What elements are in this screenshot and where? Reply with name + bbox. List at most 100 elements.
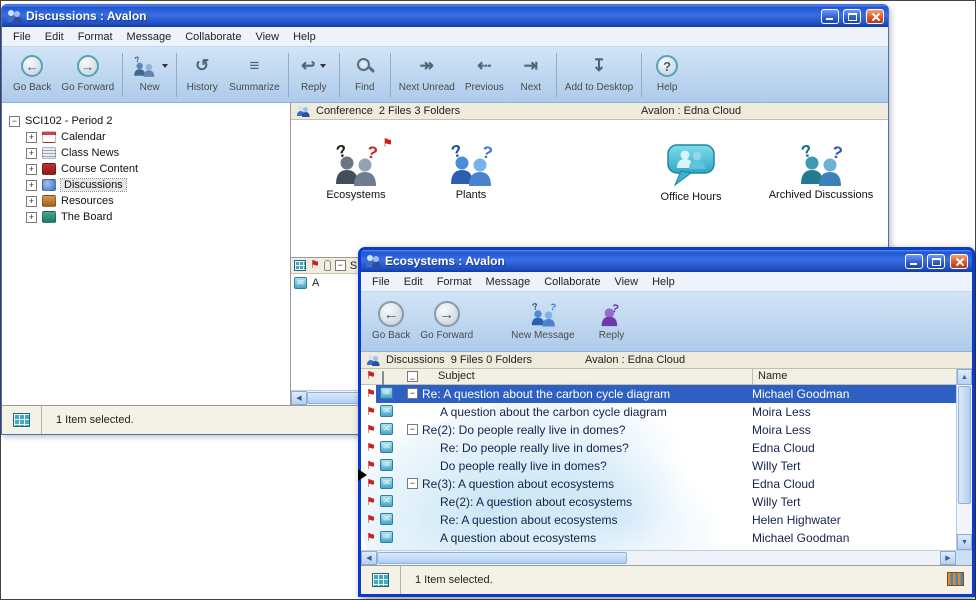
close-button[interactable] bbox=[866, 9, 884, 24]
message-row[interactable]: ⚑ ✉ − Re: A question about the carbon cy… bbox=[361, 385, 956, 403]
summarize-button[interactable]: ≡ Summarize bbox=[224, 50, 285, 100]
scroll-up-button[interactable]: ▲ bbox=[957, 369, 972, 385]
reply-button[interactable]: ↩ Reply bbox=[292, 50, 336, 100]
menu-edit[interactable]: Edit bbox=[397, 274, 430, 290]
message-row[interactable]: ⚑ ✉ Do people really live in domes? Will… bbox=[361, 457, 956, 475]
layout-grid-icon bbox=[947, 572, 964, 586]
next-button[interactable]: ⇥ Next bbox=[509, 50, 553, 100]
minimize-button[interactable] bbox=[905, 254, 923, 269]
tree-item-resources[interactable]: + Resources bbox=[2, 193, 290, 209]
menu-file[interactable]: File bbox=[365, 274, 397, 290]
conference-archived-discussions[interactable]: ? ? Archived Discussions bbox=[766, 142, 876, 201]
status-view-cell[interactable] bbox=[361, 566, 401, 594]
message-row[interactable]: ⚑ ✉ − Re(3): A question about ecosystems… bbox=[361, 475, 956, 493]
paperclip-column-icon bbox=[324, 260, 331, 271]
tree-item-class-news[interactable]: + Class News bbox=[2, 145, 290, 161]
tree-item-course-content[interactable]: + Course Content bbox=[2, 161, 290, 177]
next-unread-button[interactable]: ↠ Next Unread bbox=[394, 50, 460, 100]
expand-icon[interactable]: + bbox=[26, 164, 37, 175]
name-column-header[interactable]: Name bbox=[758, 369, 787, 384]
maximize-button[interactable] bbox=[843, 9, 861, 24]
pane-counts-label: 2 Files 3 Folders bbox=[379, 105, 460, 117]
expand-icon[interactable]: + bbox=[26, 196, 37, 207]
title-bar[interactable]: Ecosystems : Avalon bbox=[361, 250, 972, 272]
message-row[interactable]: ⚑ ✉ Re: A question about ecosystems Hele… bbox=[361, 511, 956, 529]
scrollbar-thumb[interactable] bbox=[958, 386, 971, 504]
menu-format[interactable]: Format bbox=[71, 29, 120, 45]
expand-icon[interactable]: + bbox=[26, 212, 37, 223]
menu-collaborate[interactable]: Collaborate bbox=[178, 29, 248, 45]
menu-format[interactable]: Format bbox=[430, 274, 479, 290]
add-to-desktop-button[interactable]: ↧ Add to Desktop bbox=[560, 50, 638, 100]
toolbar-separator bbox=[339, 53, 340, 97]
message-icon: ✉ bbox=[380, 423, 393, 435]
message-row[interactable]: ⚑ ✉ Re: Do people really live in domes? … bbox=[361, 439, 956, 457]
horizontal-scrollbar[interactable]: ◀ ▶ bbox=[361, 550, 972, 565]
expand-icon[interactable]: + bbox=[26, 180, 37, 191]
scroll-right-button[interactable]: ▶ bbox=[940, 551, 956, 565]
menu-help[interactable]: Help bbox=[286, 29, 323, 45]
menu-file[interactable]: File bbox=[6, 29, 38, 45]
toolbar-separator bbox=[390, 53, 391, 97]
previous-button[interactable]: ⇠ Previous bbox=[460, 50, 509, 100]
collapse-all-icon[interactable]: − bbox=[407, 371, 418, 382]
message-row[interactable]: ⚑ ✉ A question about the carbon cycle di… bbox=[361, 403, 956, 421]
maximize-button[interactable] bbox=[927, 254, 945, 269]
message-rows: ⚑ ✉ − Re: A question about the carbon cy… bbox=[361, 385, 972, 547]
go-back-button[interactable]: ← Go Back bbox=[367, 298, 415, 349]
menu-message[interactable]: Message bbox=[479, 274, 538, 290]
conference-plants[interactable]: ? ? Plants bbox=[416, 142, 526, 201]
message-row[interactable]: ⚑ ✉ Re(2): A question about ecosystems W… bbox=[361, 493, 956, 511]
collapse-icon[interactable]: − bbox=[9, 116, 20, 127]
flag-icon: ⚑ bbox=[366, 477, 376, 490]
scrollbar-corner bbox=[956, 551, 972, 565]
status-view-cell[interactable] bbox=[2, 406, 42, 434]
vertical-scrollbar[interactable]: ▲ ▼ bbox=[956, 369, 972, 550]
expand-icon[interactable]: + bbox=[26, 132, 37, 143]
collapse-thread-icon[interactable]: − bbox=[407, 478, 418, 489]
menu-message[interactable]: Message bbox=[120, 29, 179, 45]
collapse-all-icon[interactable]: − bbox=[335, 260, 346, 271]
scroll-down-button[interactable]: ▼ bbox=[957, 534, 972, 550]
pane-type-label: Discussions bbox=[386, 354, 445, 366]
menu-view[interactable]: View bbox=[607, 274, 645, 290]
message-row[interactable]: ⚑ ✉ − Re(2): Do people really live in do… bbox=[361, 421, 956, 439]
message-row[interactable]: ⚑ ✉ A question about ecosystems Michael … bbox=[361, 529, 956, 547]
flag-icon: ⚑ bbox=[382, 136, 393, 150]
flag-icon: ⚑ bbox=[366, 531, 376, 544]
menu-edit[interactable]: Edit bbox=[38, 29, 71, 45]
help-button[interactable]: ? Help bbox=[645, 50, 689, 100]
history-button[interactable]: ↺ History bbox=[180, 50, 224, 100]
title-bar[interactable]: Discussions : Avalon bbox=[2, 5, 888, 27]
tree-item-the-board[interactable]: + The Board bbox=[2, 209, 290, 225]
menu-collaborate[interactable]: Collaborate bbox=[537, 274, 607, 290]
conference-ecosystems[interactable]: ⚑ ? ? Ecosystems bbox=[301, 142, 411, 201]
message-list: ⚑ − Subject Name ⚑ ✉ − Re: A question ab… bbox=[361, 369, 972, 550]
new-message-button[interactable]: ? ? New Message bbox=[506, 298, 579, 349]
collapse-thread-icon[interactable]: − bbox=[407, 424, 418, 435]
menu-view[interactable]: View bbox=[248, 29, 286, 45]
minimize-button[interactable] bbox=[821, 9, 839, 24]
expand-icon[interactable]: + bbox=[26, 148, 37, 159]
tree-item-discussions[interactable]: + Discussions bbox=[2, 177, 290, 193]
scroll-left-button[interactable]: ◀ bbox=[361, 551, 377, 565]
scrollbar-thumb[interactable] bbox=[377, 552, 627, 564]
reply-button[interactable]: ? Reply bbox=[590, 298, 634, 349]
conference-office-hours[interactable]: Office Hours bbox=[636, 142, 746, 203]
tree-item-calendar[interactable]: + Calendar bbox=[2, 129, 290, 145]
find-button[interactable]: Find bbox=[343, 50, 387, 100]
go-forward-button[interactable]: → Go Forward bbox=[56, 50, 119, 100]
scroll-left-button[interactable]: ◀ bbox=[291, 391, 307, 405]
tree-root-sci102[interactable]: − SCI102 - Period 2 bbox=[2, 113, 290, 129]
go-back-button[interactable]: ← Go Back bbox=[8, 50, 56, 100]
go-forward-button[interactable]: → Go Forward bbox=[415, 298, 478, 349]
collapse-thread-icon[interactable]: − bbox=[407, 388, 418, 399]
pane-type-label: Conference bbox=[316, 105, 373, 117]
message-subject: A question about the carbon cycle diagra… bbox=[440, 403, 667, 421]
subject-column-header[interactable]: Subject bbox=[438, 369, 475, 384]
next-unread-icon: ↠ bbox=[420, 56, 434, 76]
new-button[interactable]: ? New bbox=[126, 50, 173, 100]
menu-help[interactable]: Help bbox=[645, 274, 682, 290]
close-button[interactable] bbox=[950, 254, 968, 269]
layout-toggle[interactable] bbox=[947, 572, 964, 589]
